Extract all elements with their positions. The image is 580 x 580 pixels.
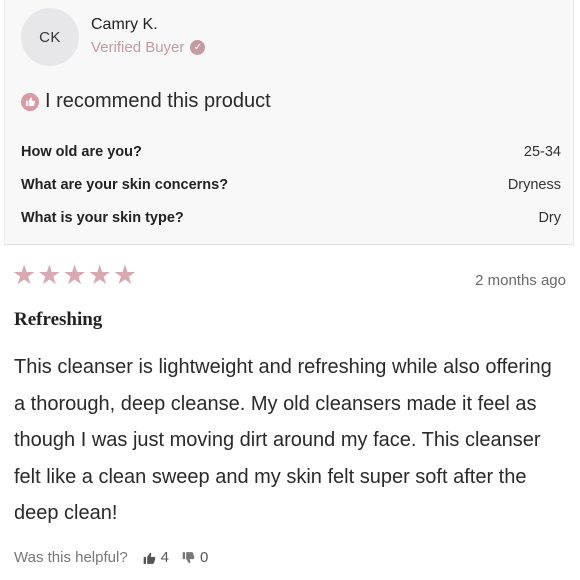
review-body: This cleanser is lightweight and refresh… xyxy=(14,356,552,524)
helpful-yes-button[interactable]: 4 xyxy=(142,549,169,566)
qa-question: How old are you? xyxy=(21,144,142,160)
star-rating: ★ ★ ★ ★ ★ xyxy=(12,262,137,289)
avatar: CK xyxy=(21,8,79,66)
review-date: 2 months ago xyxy=(475,272,566,289)
verified-buyer-label: Verified Buyer xyxy=(91,39,185,56)
review-title: Refreshing xyxy=(14,309,103,330)
helpful-no-count: 0 xyxy=(200,549,209,566)
reviewer-name: Camry K. xyxy=(91,16,158,33)
qa-answer: 25-34 xyxy=(523,144,561,160)
avatar-initials: CK xyxy=(39,28,61,46)
recommend-text: I recommend this product xyxy=(45,90,271,112)
star-icon: ★ xyxy=(112,260,138,290)
qa-row-age: How old are you? 25-34 xyxy=(21,141,561,163)
qa-answer: Dryness xyxy=(507,177,561,193)
qa-row-skin-concerns: What are your skin concerns? Dryness xyxy=(21,174,561,196)
thumbs-up-icon xyxy=(142,551,157,565)
reviewer-profile-card: CK Camry K. Verified Buyer ✓ I recommend… xyxy=(4,0,574,245)
verified-buyer-badge: Verified Buyer ✓ xyxy=(91,39,206,56)
qa-row-skin-type: What is your skin type? Dry xyxy=(21,207,561,229)
star-icon: ★ xyxy=(62,260,87,290)
helpful-no-button[interactable]: 0 xyxy=(181,549,208,566)
thumbs-up-icon xyxy=(21,92,39,111)
recommend-statement: I recommend this product xyxy=(21,90,271,113)
helpful-label: Was this helpful? xyxy=(14,549,128,566)
star-icon: ★ xyxy=(37,260,62,290)
checkmark-icon: ✓ xyxy=(190,40,206,55)
helpful-yes-count: 4 xyxy=(160,549,170,566)
qa-question: What is your skin type? xyxy=(21,210,184,226)
thumbs-down-icon xyxy=(181,551,196,565)
star-icon: ★ xyxy=(12,260,37,290)
helpful-section: Was this helpful? 4 0 xyxy=(14,549,220,566)
qa-answer: Dry xyxy=(538,210,561,226)
star-icon: ★ xyxy=(87,260,112,290)
qa-question: What are your skin concerns? xyxy=(21,177,229,193)
